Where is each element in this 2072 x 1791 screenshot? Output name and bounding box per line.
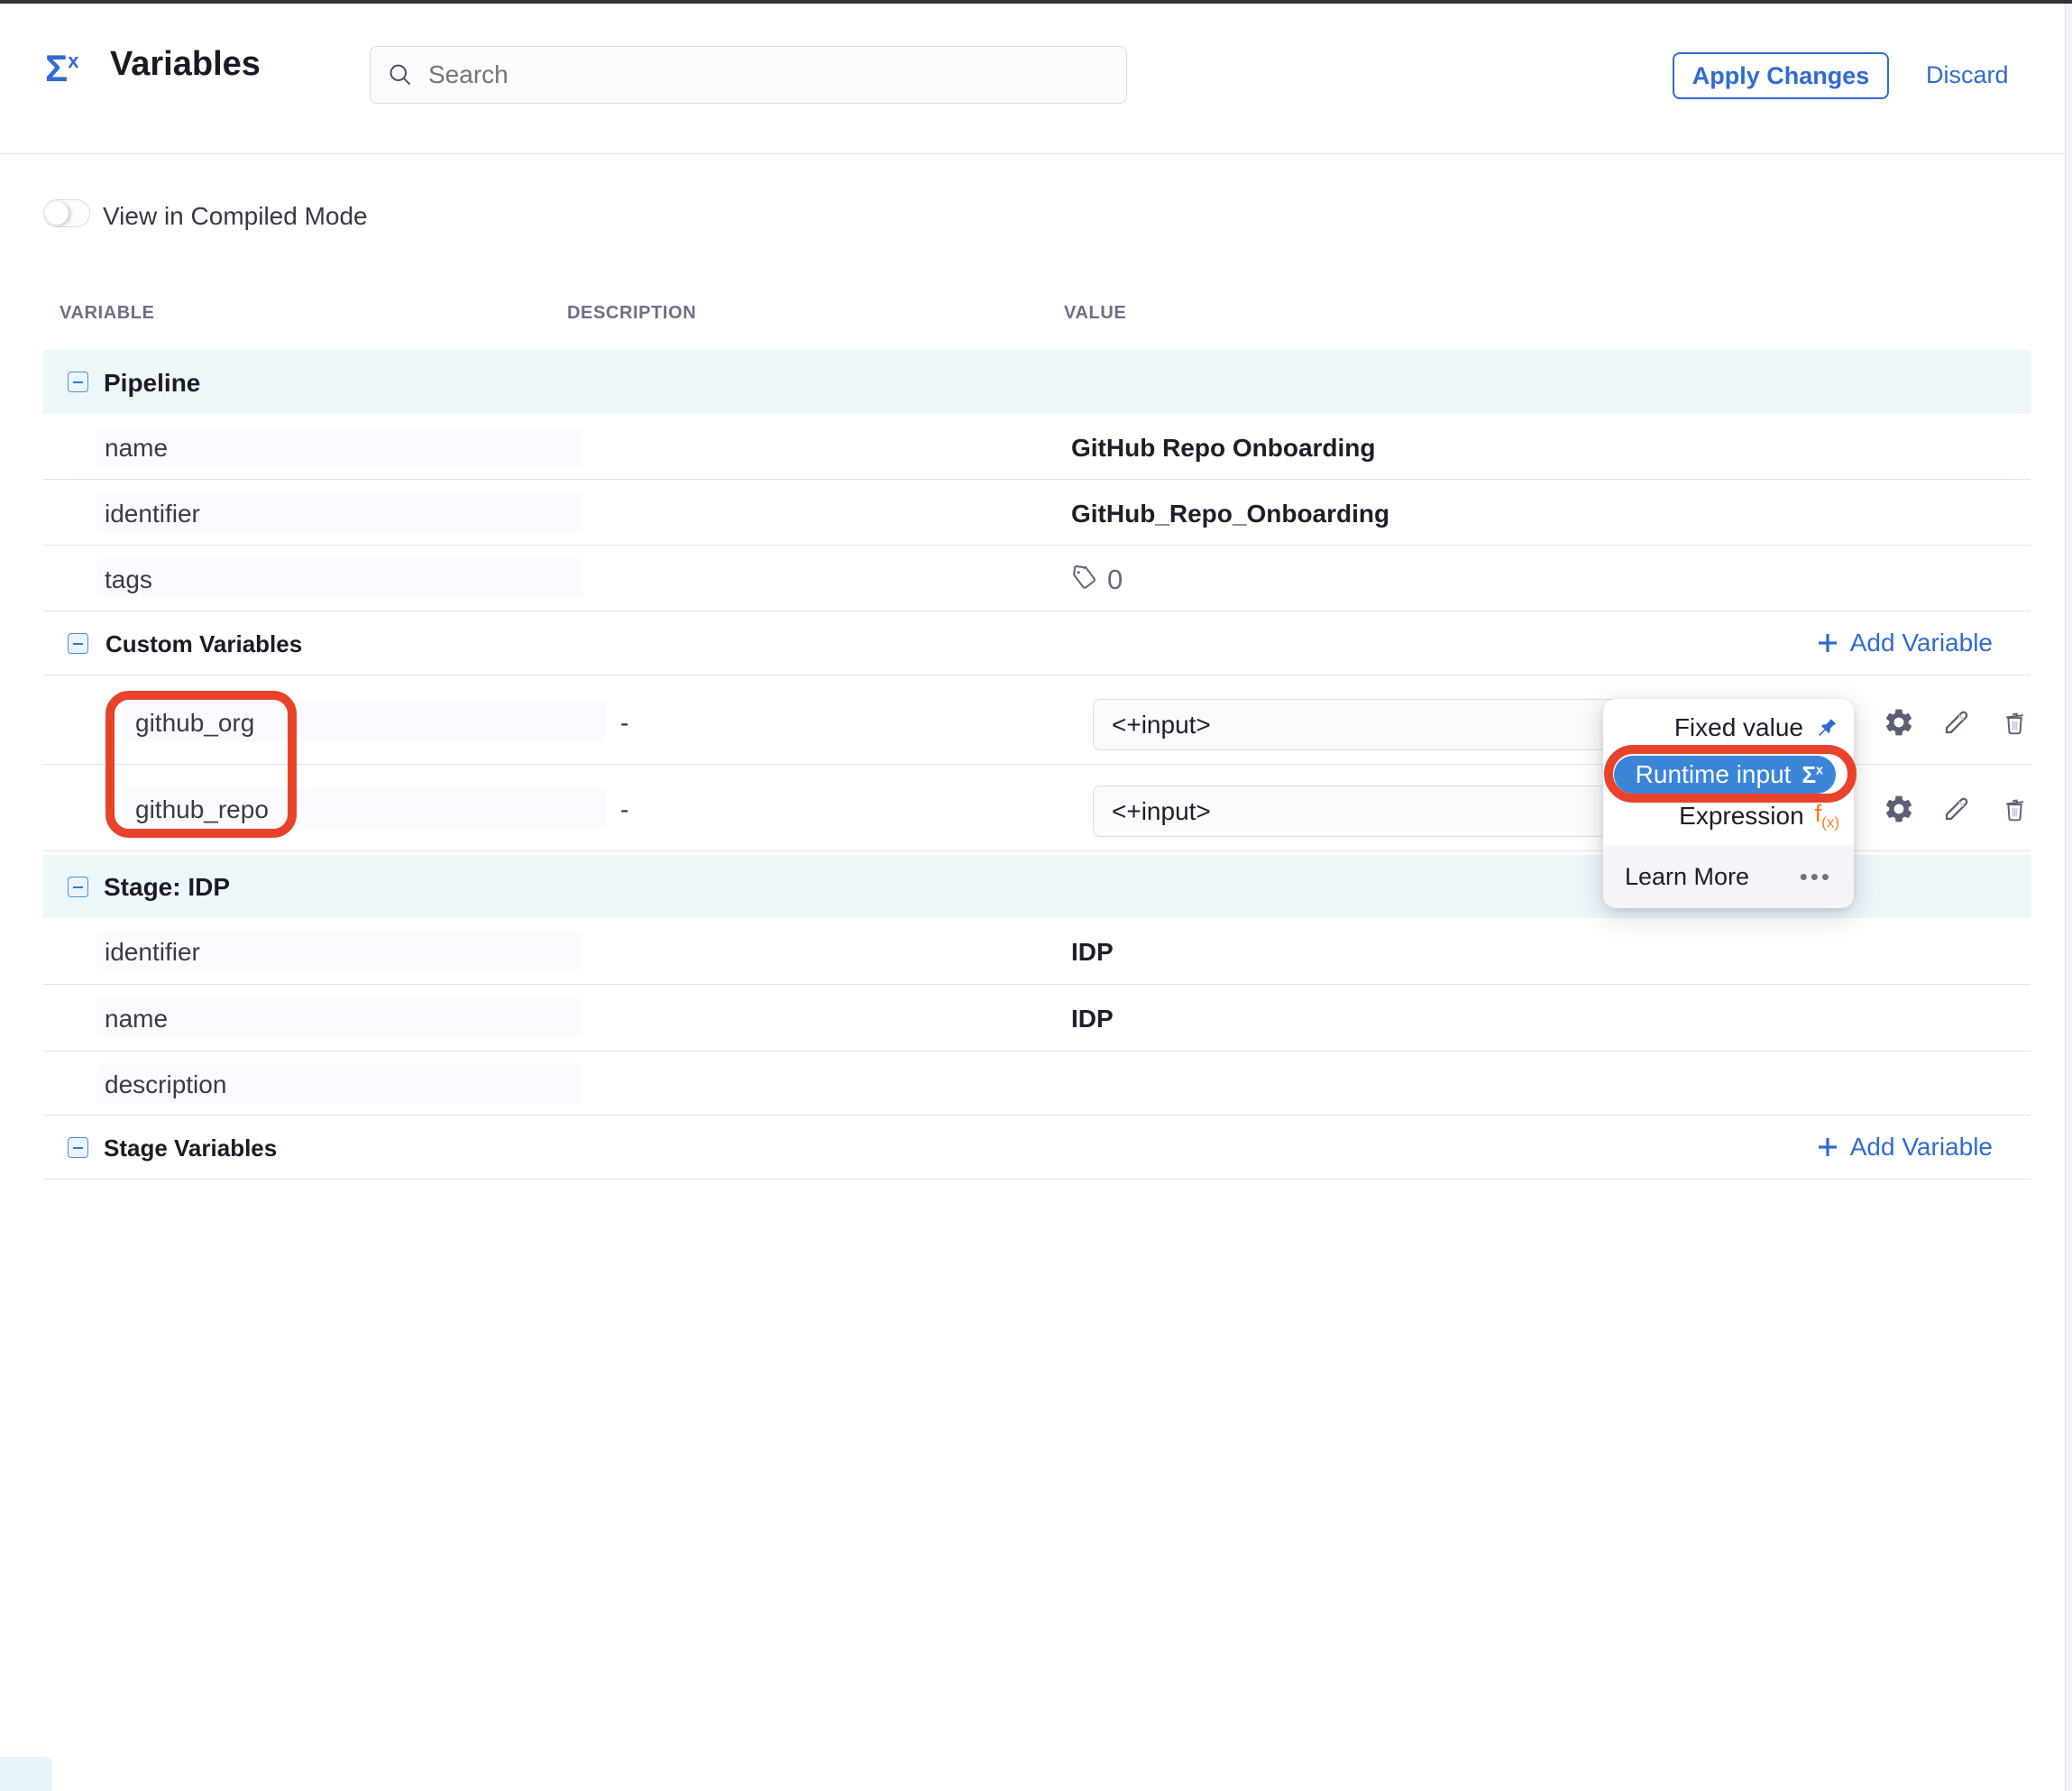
stage-name-label: name <box>105 1005 168 1033</box>
gear-icon <box>1883 813 1915 829</box>
collapse-custom-variables-icon[interactable] <box>68 633 88 654</box>
row-label-bg <box>97 558 582 598</box>
column-header-description: DESCRIPTION <box>567 303 696 324</box>
github-org-settings-button[interactable] <box>1883 706 1915 743</box>
menu-item-fixed-value[interactable]: Fixed value <box>1603 708 1854 748</box>
stage-identifier-value: IDP <box>1071 938 1114 967</box>
header-bar: Σx Variables Apply Changes Discard <box>0 4 2072 154</box>
stage-variables-title: Stage Variables <box>104 1134 277 1162</box>
github-repo-settings-button[interactable] <box>1883 793 1915 830</box>
apply-changes-button[interactable]: Apply Changes <box>1673 52 1889 99</box>
page-title: Variables <box>110 45 261 84</box>
github-org-description: - <box>620 709 628 738</box>
collapse-stage-variables-icon[interactable] <box>68 1137 88 1158</box>
tags-count: 0 <box>1107 564 1123 596</box>
discard-button[interactable]: Discard <box>1926 61 2009 89</box>
column-header-value: VALUE <box>1064 303 1126 324</box>
annotation-highlight-runtime-input <box>1604 745 1857 803</box>
compiled-mode-label: View in Compiled Mode <box>103 202 368 231</box>
search-icon <box>387 61 414 88</box>
scrollbar-track[interactable] <box>2065 4 2072 1791</box>
row-label-bg <box>97 997 582 1037</box>
toggle-knob <box>46 202 69 225</box>
search-input[interactable] <box>426 60 1097 90</box>
row-label-bg <box>97 427 582 467</box>
github-repo-value: <+input> <box>1112 797 1211 826</box>
value-type-menu: Fixed value Runtime input Σx Expression … <box>1603 699 1854 908</box>
sigma-x-logo-icon: Σx <box>45 47 78 90</box>
pencil-icon <box>1940 727 1973 742</box>
collapse-stage-icon[interactable] <box>68 877 88 897</box>
github-repo-edit-button[interactable] <box>1940 793 1973 830</box>
learn-more-link[interactable]: Learn More <box>1625 863 1749 891</box>
stage-section-title: Stage: IDP <box>104 873 230 902</box>
add-variable-label: Add Variable <box>1850 629 1993 657</box>
compiled-mode-toggle[interactable] <box>43 199 90 227</box>
stage-description-label: description <box>105 1070 226 1099</box>
pipeline-section-title: Pipeline <box>104 369 200 398</box>
partial-toast <box>0 1757 52 1791</box>
custom-variables-title: Custom Variables <box>105 630 302 658</box>
pipeline-tags-label: tags <box>105 565 152 594</box>
menu-footer: Learn More ••• <box>1603 845 1854 908</box>
add-variable-button-stage[interactable]: Add Variable <box>1776 1126 1993 1168</box>
github-repo-delete-button[interactable] <box>2000 794 2030 828</box>
github-repo-description: - <box>620 795 628 824</box>
trash-icon <box>2000 812 2030 827</box>
pencil-icon <box>1940 813 1973 829</box>
pin-icon <box>1814 715 1839 740</box>
pipeline-name-value: GitHub Repo Onboarding <box>1071 434 1376 463</box>
github-org-edit-button[interactable] <box>1940 706 1973 743</box>
column-header-variable: VARIABLE <box>60 303 155 324</box>
github-org-delete-button[interactable] <box>2000 707 2030 741</box>
add-variable-label: Add Variable <box>1850 1133 1993 1162</box>
expression-label: Expression <box>1679 802 1804 831</box>
github-org-value-dropdown[interactable]: <+input> <box>1093 699 1627 750</box>
ellipsis-icon[interactable]: ••• <box>1800 863 1832 891</box>
annotation-highlight-variable-names <box>105 691 297 838</box>
collapse-pipeline-icon[interactable] <box>68 372 88 392</box>
github-org-value: <+input> <box>1112 711 1211 739</box>
stage-name-value: IDP <box>1071 1005 1114 1033</box>
search-box <box>370 46 1127 104</box>
plus-icon <box>1814 629 1841 657</box>
trash-icon <box>2000 725 2030 740</box>
variables-panel: Σx Variables Apply Changes Discard View … <box>0 0 2072 1791</box>
plus-icon <box>1814 1134 1841 1161</box>
github-repo-value-dropdown[interactable]: <+input> <box>1093 785 1627 837</box>
gear-icon <box>1883 727 1915 742</box>
fx-icon: f(x) <box>1815 800 1839 831</box>
pipeline-identifier-value: GitHub_Repo_Onboarding <box>1071 500 1389 528</box>
tag-icon <box>1068 563 1098 593</box>
pipeline-name-label: name <box>105 434 168 463</box>
pipeline-section-row <box>43 350 2031 414</box>
stage-identifier-label: identifier <box>105 938 200 967</box>
fixed-value-label: Fixed value <box>1674 713 1803 742</box>
add-variable-button-custom[interactable]: Add Variable <box>1776 622 1993 664</box>
pipeline-identifier-label: identifier <box>105 500 200 528</box>
